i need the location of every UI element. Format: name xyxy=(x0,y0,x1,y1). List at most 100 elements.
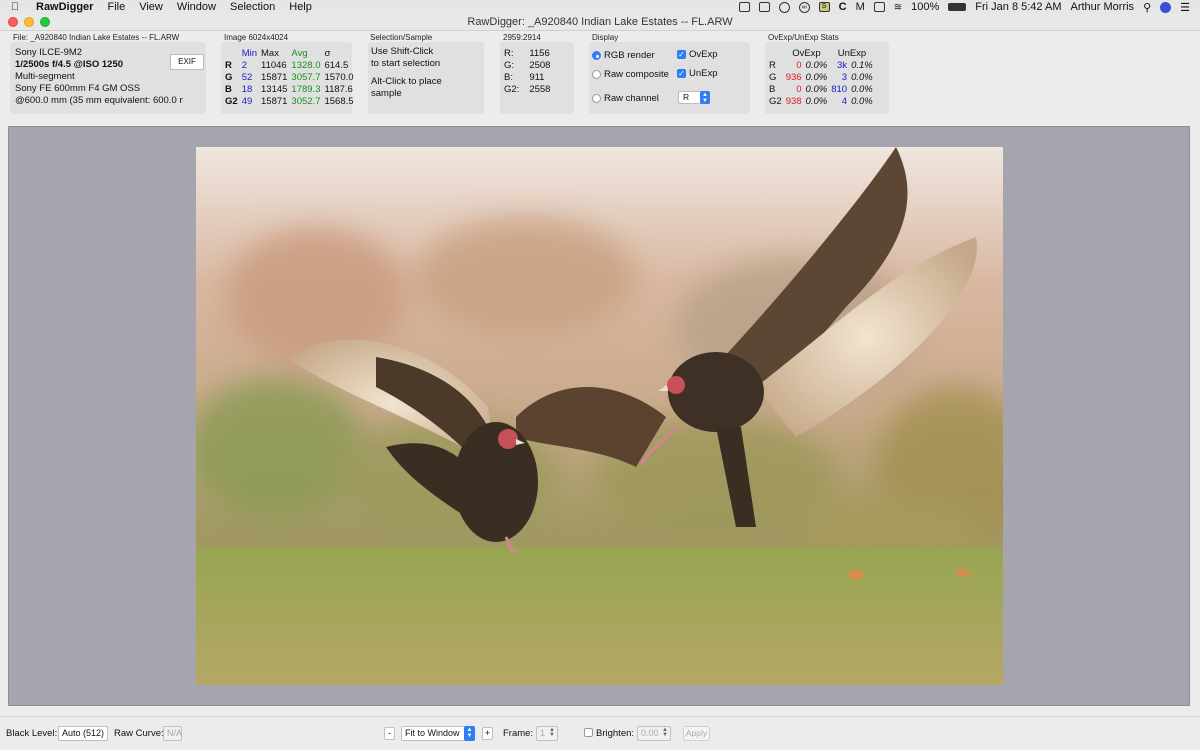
frame-value: 1 xyxy=(540,728,546,738)
creative-cloud-icon[interactable]: ∞ xyxy=(798,1,810,13)
zoom-in-button[interactable]: + xyxy=(482,727,493,740)
raw-channel-radio[interactable] xyxy=(592,94,601,103)
min-value: 52 xyxy=(241,71,253,83)
ovexp-percent: 0.0% xyxy=(805,83,828,95)
raw-composite-label[interactable]: Raw composite xyxy=(604,69,669,80)
menu-file[interactable]: File xyxy=(100,1,132,13)
display-icon[interactable] xyxy=(738,2,750,12)
user-name[interactable]: Arthur Morris xyxy=(1071,1,1135,13)
sample-panel: R: 1156 G: 2508 B: 911 G2: 2558 xyxy=(500,42,574,114)
sigma-value: 1570.0 xyxy=(324,71,354,83)
raw-photo[interactable] xyxy=(196,147,1003,685)
battery-icon[interactable] xyxy=(948,3,967,11)
zoom-out-button[interactable]: - xyxy=(384,727,395,740)
selection-panel: Use Shift-Click to start selection Alt-C… xyxy=(368,42,484,114)
header-avg: Avg xyxy=(291,47,308,59)
brighten-checkbox[interactable] xyxy=(584,728,593,737)
zoom-button[interactable] xyxy=(40,17,50,27)
selection-panel-label: Selection/Sample xyxy=(370,33,433,42)
min-value: 18 xyxy=(241,83,253,95)
min-value: 49 xyxy=(241,95,253,107)
ovexp-count: 938 xyxy=(785,95,802,107)
unexp-percent: 0.1% xyxy=(851,59,873,71)
unexp-percent: 0.0% xyxy=(851,71,873,83)
sample-value: 2508 xyxy=(529,59,551,71)
menu-window[interactable]: Window xyxy=(170,1,223,13)
table-row: B: 911 xyxy=(502,71,552,83)
exif-button[interactable]: EXIF xyxy=(170,54,204,70)
ovexp-label[interactable]: OvExp xyxy=(689,49,718,60)
frame-stepper[interactable]: 1 ▲ ▼ xyxy=(536,726,558,741)
unexp-count: 810 xyxy=(831,83,848,95)
menu-app[interactable]: RawDigger xyxy=(24,1,100,13)
sample-coords-label: 2959:2914 xyxy=(503,33,541,42)
siri-icon[interactable] xyxy=(1160,1,1172,13)
camera-icon[interactable] xyxy=(778,1,790,13)
window-title-bar: RawDigger: _A920840 Indian Lake Estates … xyxy=(0,14,1200,31)
channel-label: R: xyxy=(504,47,514,59)
unexp-percent: 0.0% xyxy=(851,83,873,95)
brighten-value: 0.00 xyxy=(641,728,659,738)
ovexp-percent: 0.0% xyxy=(805,59,828,71)
menu-view[interactable]: View xyxy=(132,1,170,13)
display-panel-label: Display xyxy=(592,33,619,42)
apply-button[interactable]: Apply xyxy=(683,726,710,741)
search-icon[interactable]: ⚲ xyxy=(1143,1,1151,14)
brighten-label: Brighten: xyxy=(596,728,635,739)
menu-help[interactable]: Help xyxy=(282,1,319,13)
header-min: Min xyxy=(241,47,257,59)
lightroom-icon[interactable] xyxy=(758,2,770,12)
table-row: B 18 13145 1789.3 1187.6 xyxy=(223,83,356,95)
wifi-icon[interactable]: ≋ xyxy=(894,2,902,13)
sample-table: R: 1156 G: 2508 B: 911 G2: 2558 xyxy=(502,47,552,95)
image-panel-label: Image 6024x4024 xyxy=(224,33,289,42)
selection-hint-2: to start selection xyxy=(371,58,441,69)
channel-label: G2: xyxy=(504,83,520,95)
apple-icon[interactable]:  xyxy=(0,1,24,13)
table-row: G: 2508 xyxy=(502,59,552,71)
brighten-field[interactable]: 0.00 ▲ ▼ xyxy=(637,726,671,741)
zoom-select[interactable]: Fit to Window ▲ ▼ xyxy=(401,726,475,741)
image-stats-panel: Min Max Avg σ R 2 11046 1328.0 614.5 G 5… xyxy=(221,42,354,114)
unexp-checkbox[interactable]: ✓ xyxy=(677,69,686,78)
raw-channel-value: R xyxy=(683,92,690,102)
black-level-label: Black Level: xyxy=(6,728,58,739)
clock[interactable]: Fri Jan 8 5:42 AM xyxy=(975,1,1061,13)
black-level-field[interactable]: Auto (512) xyxy=(58,726,109,741)
raw-channel-label[interactable]: Raw channel xyxy=(604,93,659,104)
unexp-label[interactable]: UnExp xyxy=(689,68,718,79)
sigma-value: 614.5 xyxy=(324,59,349,71)
rgb-render-label[interactable]: RGB render xyxy=(604,50,655,61)
list-icon[interactable]: ☰ xyxy=(1180,1,1190,14)
avg-value: 3052.7 xyxy=(291,95,321,107)
table-row: G2 49 15871 3052.7 1568.5 xyxy=(223,95,356,107)
raw-curve-field[interactable]: N/A xyxy=(163,726,182,741)
close-button[interactable] xyxy=(8,17,18,27)
unexp-count: 4 xyxy=(841,95,848,107)
minimize-button[interactable] xyxy=(24,17,34,27)
sigma-value: 1568.5 xyxy=(324,95,354,107)
raw-channel-select[interactable]: R ▲ ▼ xyxy=(678,91,710,104)
max-value: 15871 xyxy=(261,95,288,107)
channel-label: G: xyxy=(504,59,515,71)
ovexp-header: OvExp xyxy=(792,47,821,59)
m-icon[interactable]: M xyxy=(856,1,865,13)
channel-label: R xyxy=(769,59,776,71)
display-panel: RGB render Raw composite Raw channel ✓ O… xyxy=(589,42,750,114)
menu-selection[interactable]: Selection xyxy=(223,1,282,13)
ovexp-checkbox[interactable]: ✓ xyxy=(677,50,686,59)
mail-icon[interactable] xyxy=(873,2,885,12)
s-icon[interactable]: S xyxy=(818,2,830,12)
avg-value: 1789.3 xyxy=(291,83,321,95)
table-row: R: 1156 xyxy=(502,47,552,59)
c-icon[interactable]: C xyxy=(839,1,847,13)
unexp-count: 3k xyxy=(837,59,848,71)
sample-value: 1156 xyxy=(529,47,550,59)
sample-value: 2558 xyxy=(529,83,551,95)
table-row: G 52 15871 3057.7 1570.0 xyxy=(223,71,356,83)
rgb-render-radio[interactable] xyxy=(592,51,601,60)
raw-composite-radio[interactable] xyxy=(592,70,601,79)
max-value: 15871 xyxy=(261,71,288,83)
sample-hint-2: sample xyxy=(371,88,402,99)
window-title: RawDigger: _A920840 Indian Lake Estates … xyxy=(467,16,733,28)
